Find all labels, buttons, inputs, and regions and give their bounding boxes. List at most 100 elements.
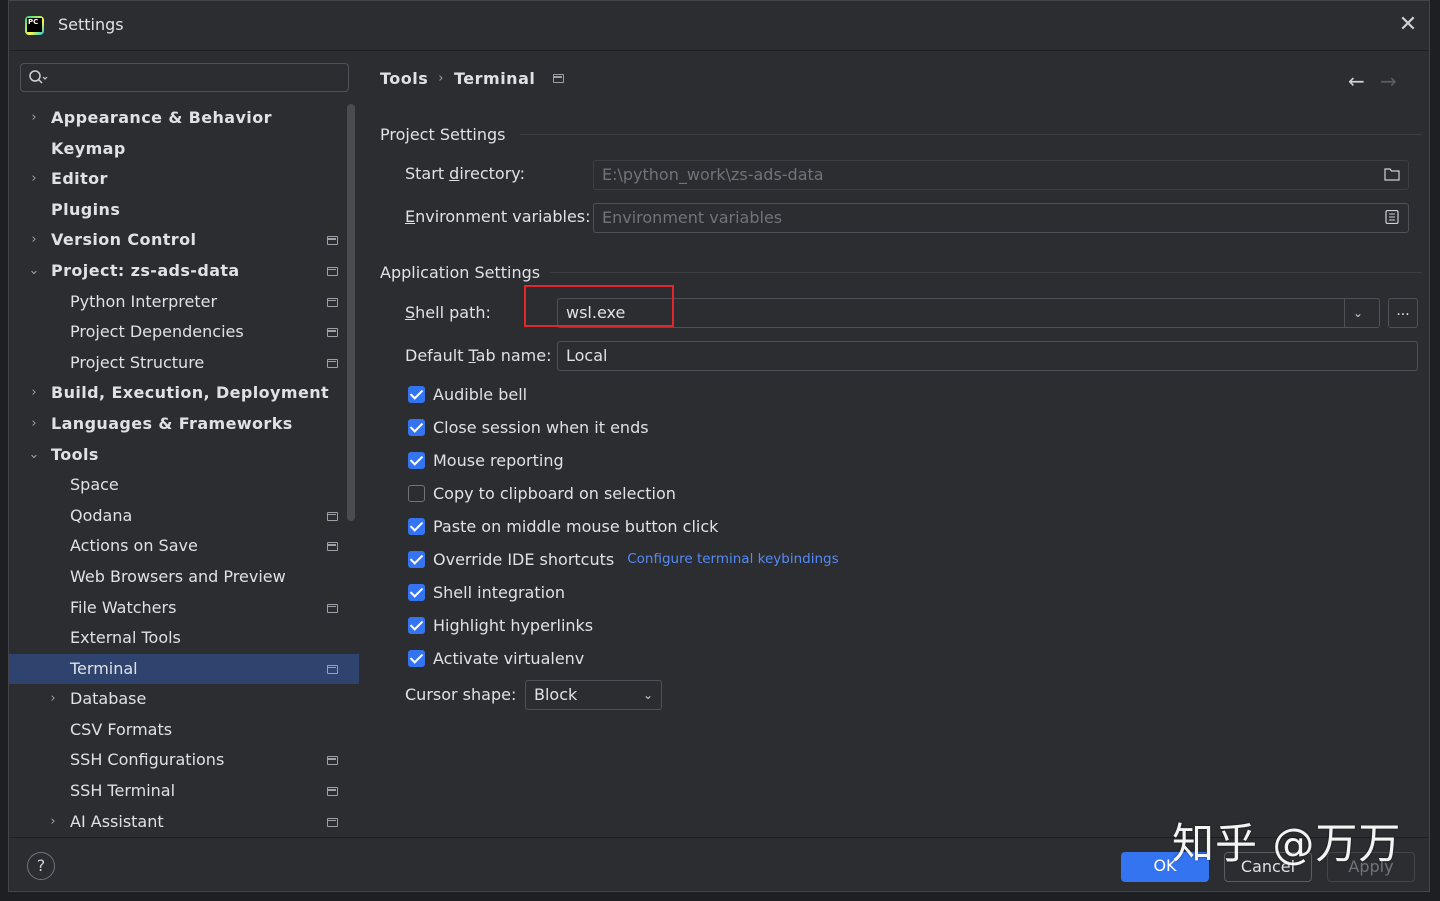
- annotation-highlight-box: [524, 285, 674, 327]
- sidebar-item[interactable]: › AI Assistant: [9, 807, 359, 838]
- checkbox-label: Shell integration: [433, 582, 566, 602]
- ok-button[interactable]: OK: [1121, 852, 1209, 882]
- breadcrumb: Tools › Terminal: [380, 69, 565, 88]
- sidebar-item[interactable]: Keymap: [9, 134, 359, 165]
- search-input[interactable]: [20, 63, 349, 92]
- checkbox-label: Highlight hyperlinks: [433, 615, 594, 635]
- sidebar-item-label: Project Structure: [70, 352, 205, 372]
- cursor-shape-select[interactable]: Block ⌄: [525, 680, 662, 710]
- checkbox-row[interactable]: Activate virtualenv: [408, 646, 584, 670]
- sidebar-item[interactable]: SSH Terminal: [9, 776, 359, 807]
- sidebar-scrollbar[interactable]: [347, 104, 355, 521]
- sidebar-item[interactable]: Project Structure: [9, 348, 359, 379]
- shell-path-dropdown[interactable]: wsl.exe ⌄: [557, 298, 1380, 328]
- sidebar-item-label: Build, Execution, Deployment: [51, 383, 330, 403]
- chevron-right-icon[interactable]: ›: [27, 103, 41, 134]
- cancel-button[interactable]: Cancel: [1224, 852, 1312, 882]
- start-directory-field[interactable]: E:\python_work\zs-ads-data: [593, 160, 1409, 190]
- sidebar-item[interactable]: › Editor: [9, 164, 359, 195]
- checkbox-checked[interactable]: [408, 385, 425, 403]
- sidebar-item[interactable]: Project Dependencies: [9, 317, 359, 348]
- sidebar-item[interactable]: Plugins: [9, 195, 359, 226]
- checkbox-checked[interactable]: [408, 649, 425, 667]
- sidebar-item[interactable]: › Build, Execution, Deployment: [9, 378, 359, 409]
- sidebar-item[interactable]: › Appearance & Behavior: [9, 103, 359, 134]
- checkbox-row[interactable]: Mouse reporting: [408, 448, 564, 472]
- sidebar-item[interactable]: Space: [9, 470, 359, 501]
- chevron-right-icon[interactable]: ›: [27, 164, 41, 195]
- cursor-shape-label: Cursor shape:: [405, 685, 517, 704]
- apply-button[interactable]: Apply: [1327, 852, 1415, 882]
- sidebar-item[interactable]: Terminal: [9, 653, 359, 685]
- dropdown-divider: [1344, 299, 1345, 327]
- project-scope-icon: [327, 787, 338, 797]
- project-scope-icon: [327, 511, 338, 521]
- default-tab-label: Default Tab name:: [405, 346, 552, 365]
- chevron-down-icon[interactable]: ⌄: [1353, 299, 1363, 327]
- sidebar-item[interactable]: SSH Configurations: [9, 745, 359, 776]
- sidebar-item[interactable]: Python Interpreter: [9, 287, 359, 318]
- start-directory-value: E:\python_work\zs-ads-data: [602, 165, 824, 184]
- checkbox-checked[interactable]: [408, 550, 425, 568]
- env-vars-field[interactable]: Environment variables: [593, 203, 1409, 233]
- checkbox-row[interactable]: Override IDE shortcuts Configure terminal…: [408, 547, 839, 571]
- checkbox-unchecked[interactable]: [408, 484, 425, 502]
- chevron-down-icon[interactable]: ⌄: [27, 440, 41, 471]
- forward-arrow-icon[interactable]: →: [1380, 69, 1397, 93]
- checkbox-checked[interactable]: [408, 418, 425, 436]
- env-vars-placeholder: Environment variables: [602, 208, 783, 227]
- checkbox-label: Activate virtualenv: [433, 648, 585, 668]
- sidebar-item-label: SSH Terminal: [70, 781, 176, 801]
- checkbox-row[interactable]: Paste on middle mouse button click: [408, 514, 718, 538]
- checkbox-row[interactable]: Close session when it ends: [408, 415, 649, 439]
- default-tab-field[interactable]: Local: [557, 341, 1418, 371]
- edit-list-icon[interactable]: [1384, 210, 1400, 224]
- sidebar-item[interactable]: External Tools: [9, 623, 359, 654]
- sidebar-item[interactable]: › Database: [9, 684, 359, 715]
- sidebar-item[interactable]: › Languages & Frameworks: [9, 409, 359, 440]
- checkbox-label: Close session when it ends: [433, 417, 649, 437]
- chevron-right-icon[interactable]: ›: [27, 409, 41, 440]
- checkbox-row[interactable]: Highlight hyperlinks: [408, 613, 593, 637]
- checkbox-row[interactable]: Audible bell: [408, 382, 527, 406]
- project-scope-icon: [327, 328, 338, 338]
- configure-keybindings-link[interactable]: Configure terminal keybindings: [627, 551, 838, 567]
- chevron-right-icon[interactable]: ›: [46, 807, 60, 838]
- sidebar-item-label: File Watchers: [70, 597, 177, 617]
- breadcrumb-parent[interactable]: Tools: [380, 69, 428, 88]
- checkbox-checked[interactable]: [408, 616, 425, 634]
- chevron-right-icon[interactable]: ›: [27, 225, 41, 256]
- checkbox-checked[interactable]: [408, 517, 425, 535]
- background-edge: [0, 892, 1440, 901]
- sidebar-item[interactable]: ⌄ Project: zs-ads-data: [9, 256, 359, 287]
- folder-icon[interactable]: [1384, 167, 1400, 181]
- pycharm-logo-icon: [25, 16, 44, 35]
- sidebar-item-label: Database: [70, 689, 147, 709]
- chevron-down-icon[interactable]: ⌄: [27, 256, 41, 287]
- checkbox-checked[interactable]: [408, 583, 425, 601]
- chevron-right-icon[interactable]: ›: [46, 684, 60, 715]
- checkbox-label: Mouse reporting: [433, 450, 564, 470]
- sidebar-item-label: Version Control: [51, 230, 197, 250]
- chevron-right-icon[interactable]: ›: [27, 378, 41, 409]
- help-button[interactable]: ?: [27, 852, 55, 880]
- browse-shell-button[interactable]: ...: [1388, 298, 1418, 328]
- sidebar-item[interactable]: Web Browsers and Preview: [9, 562, 359, 593]
- sidebar-item-label: Terminal: [70, 658, 138, 678]
- sidebar-item-label: Editor: [51, 169, 108, 189]
- sidebar-item[interactable]: Actions on Save: [9, 531, 359, 562]
- sidebar-item[interactable]: Qodana: [9, 501, 359, 532]
- sidebar-item[interactable]: CSV Formats: [9, 715, 359, 746]
- checkbox-row[interactable]: Copy to clipboard on selection: [408, 481, 676, 505]
- sidebar-item-label: Web Browsers and Preview: [70, 566, 286, 586]
- back-arrow-icon[interactable]: ←: [1348, 69, 1365, 93]
- sidebar-item-label: Plugins: [51, 199, 121, 219]
- sidebar-item[interactable]: › Version Control: [9, 225, 359, 256]
- close-icon[interactable]: ✕: [1397, 14, 1419, 36]
- project-scope-icon: [327, 542, 338, 552]
- checkbox-row[interactable]: Shell integration: [408, 580, 565, 604]
- default-tab-value: Local: [566, 346, 608, 365]
- sidebar-item[interactable]: ⌄ Tools: [9, 440, 359, 471]
- checkbox-checked[interactable]: [408, 451, 425, 469]
- sidebar-item[interactable]: File Watchers: [9, 593, 359, 624]
